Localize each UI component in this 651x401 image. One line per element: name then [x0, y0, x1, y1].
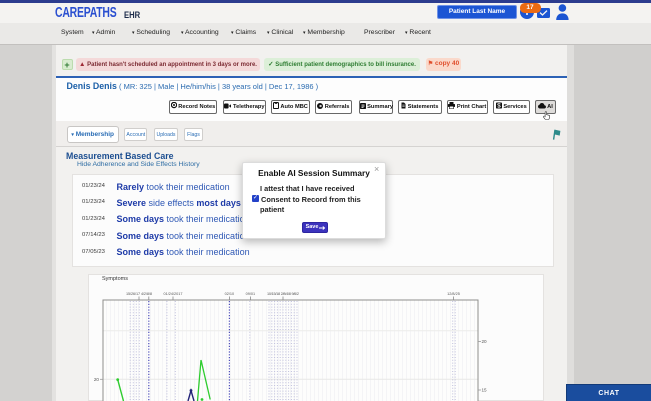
svg-text:15/26/17 4/2/8/8: 15/26/17 4/2/8/8: [126, 292, 152, 296]
svg-text:10/15/18 2/8/4/8 9/6/2: 10/15/18 2/8/4/8 9/6/2: [267, 292, 299, 296]
svg-text:20: 20: [94, 377, 100, 382]
svg-text:02/10: 02/10: [225, 292, 235, 296]
svg-text:15: 15: [482, 388, 488, 393]
svg-text:09/01: 09/01: [246, 292, 256, 296]
svg-text:20: 20: [482, 339, 488, 344]
svg-text:01/24/2017: 01/24/2017: [163, 292, 182, 296]
svg-text:12/8/25: 12/8/25: [447, 292, 460, 296]
